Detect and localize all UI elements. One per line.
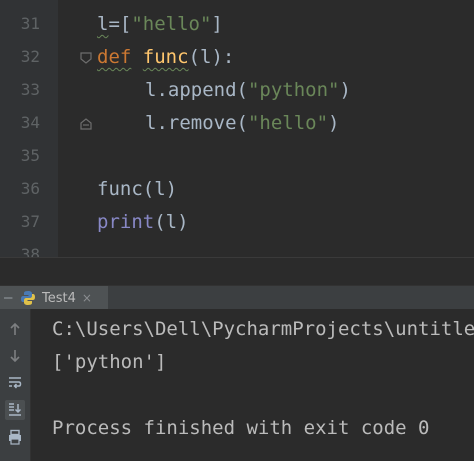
python-icon — [21, 291, 35, 305]
console-output[interactable]: C:\Users\Dell\PycharmProjects\untitle ['… — [31, 309, 474, 461]
fold-collapse-icon[interactable] — [79, 51, 93, 65]
close-icon[interactable]: × — [82, 291, 92, 305]
code-line[interactable]: 33 l.append("python") — [0, 74, 474, 106]
code-line[interactable]: 37 print(l) — [0, 206, 474, 238]
run-tab-bar: – Test4 × — [0, 285, 474, 310]
line-number: 33 — [20, 80, 40, 99]
line-number: 34 — [20, 113, 40, 132]
run-tab-label: Test4 — [42, 290, 76, 306]
code-line[interactable]: 34 l.remove("hello") — [0, 107, 474, 139]
code-line[interactable]: 36 func(l) — [0, 173, 474, 205]
code-line[interactable]: 32 def func(l): — [0, 41, 474, 73]
soft-wrap-icon[interactable] — [5, 373, 25, 393]
code-line[interactable]: 35 — [0, 140, 474, 172]
arrow-down-icon[interactable] — [5, 346, 25, 366]
code-text[interactable]: l=["hello"] — [97, 8, 223, 40]
console-line: C:\Users\Dell\PycharmProjects\untitle — [52, 318, 474, 340]
fold-end-icon[interactable] — [79, 117, 93, 131]
code-text[interactable]: def func(l): — [97, 41, 234, 73]
code-text[interactable]: l.append("python") — [145, 74, 351, 106]
line-number: 36 — [20, 179, 40, 198]
arrow-up-icon[interactable] — [5, 319, 25, 339]
line-number: 37 — [20, 212, 40, 231]
console-line: ['python'] — [52, 351, 167, 373]
code-line[interactable]: 38 — [0, 239, 474, 257]
tool-window-divider[interactable] — [0, 257, 474, 286]
print-icon[interactable] — [5, 427, 25, 447]
minus-icon[interactable]: – — [4, 290, 20, 306]
line-number: 32 — [20, 47, 40, 66]
code-text[interactable]: l.remove("hello") — [145, 107, 340, 139]
code-text[interactable]: print(l) — [97, 206, 189, 238]
line-number: 38 — [20, 245, 40, 257]
code-text[interactable]: func(l) — [97, 173, 177, 205]
run-toolbar — [0, 309, 31, 461]
console-line: Process finished with exit code 0 — [52, 417, 430, 439]
code-editor[interactable]: 31 l=["hello"] 32 def func(l): 33 l.appe… — [0, 0, 474, 257]
line-number: 35 — [20, 146, 40, 165]
line-number: 31 — [20, 14, 40, 33]
code-line[interactable]: 31 l=["hello"] — [0, 8, 474, 40]
scroll-to-end-icon[interactable] — [5, 400, 25, 420]
run-tab[interactable]: – Test4 × — [0, 286, 108, 310]
